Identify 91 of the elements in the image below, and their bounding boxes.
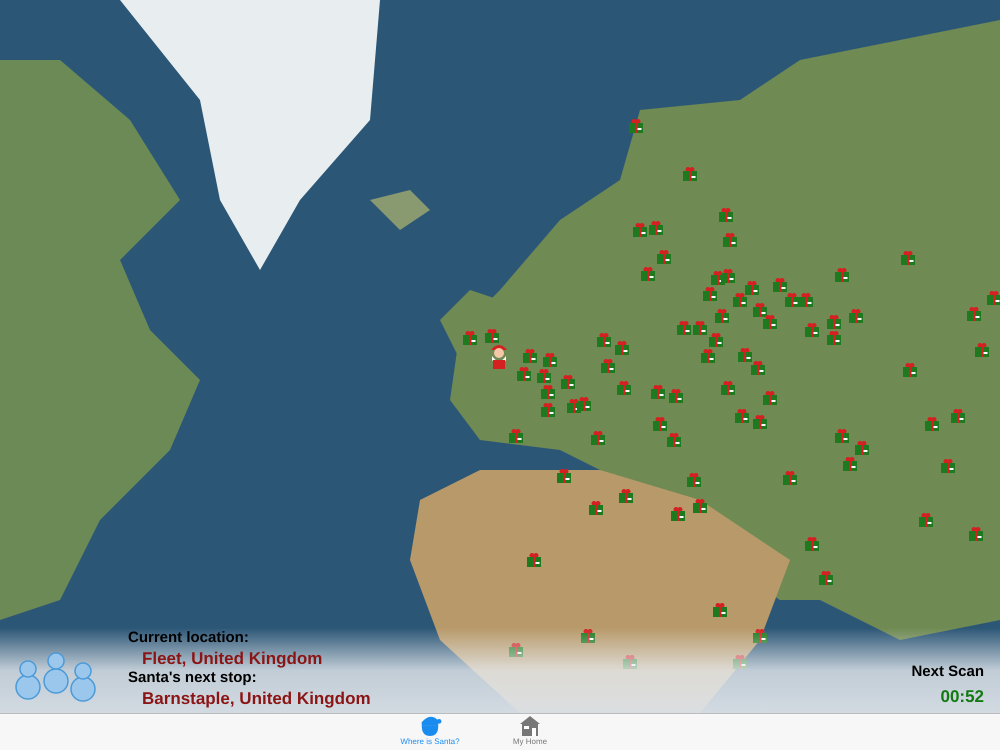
gift-marker-icon[interactable] [616, 380, 632, 396]
gift-marker-icon[interactable] [522, 348, 538, 364]
gift-marker-icon[interactable] [600, 358, 616, 374]
gift-marker-icon[interactable] [782, 470, 798, 486]
gift-marker-icon[interactable] [924, 416, 940, 432]
gift-marker-icon[interactable] [652, 416, 668, 432]
gift-marker-icon[interactable] [576, 396, 592, 412]
gift-marker-icon[interactable] [542, 352, 558, 368]
gift-marker-icon[interactable] [708, 332, 724, 348]
gift-marker-icon[interactable] [744, 280, 760, 296]
gift-marker-icon[interactable] [902, 362, 918, 378]
gift-marker-icon[interactable] [720, 268, 736, 284]
gift-marker-icon[interactable] [762, 314, 778, 330]
gift-marker-icon[interactable] [580, 628, 596, 644]
satellite-map[interactable]: Current location: Fleet, United Kingdom Santa's next stop: Barnstaple, United Kingdom Next Scan 00:52 [0, 0, 1000, 713]
gift-marker-icon[interactable] [536, 368, 552, 384]
gift-marker-icon[interactable] [752, 628, 768, 644]
gift-marker-icon[interactable] [666, 432, 682, 448]
gift-marker-icon[interactable] [692, 498, 708, 514]
gift-marker-icon[interactable] [622, 654, 638, 670]
current-location-value: Fleet, United Kingdom [142, 648, 322, 669]
gift-marker-icon[interactable] [722, 232, 738, 248]
gift-marker-icon[interactable] [508, 428, 524, 444]
tab[interactable]: Where is Santa? [392, 714, 468, 750]
gift-marker-icon[interactable] [826, 314, 842, 330]
current-location-label: Current location: [128, 629, 249, 648]
gift-marker-icon[interactable] [798, 292, 814, 308]
next-stop-value: Barnstaple, United Kingdom [142, 688, 371, 709]
gift-marker-icon[interactable] [720, 380, 736, 396]
gift-marker-icon[interactable] [968, 526, 984, 542]
gift-marker-icon[interactable] [540, 402, 556, 418]
gift-marker-icon[interactable] [632, 222, 648, 238]
gift-marker-icon[interactable] [702, 286, 718, 302]
gift-marker-icon[interactable] [752, 302, 768, 318]
gift-marker-icon[interactable] [737, 347, 753, 363]
gift-marker-icon[interactable] [668, 388, 684, 404]
gift-marker-icon[interactable] [784, 292, 800, 308]
gift-marker-icon[interactable] [614, 340, 630, 356]
next-stop-label: Santa's next stop: [128, 669, 257, 688]
gift-marker-icon[interactable] [676, 320, 692, 336]
gift-marker-icon[interactable] [940, 458, 956, 474]
gift-marker-icon[interactable] [516, 366, 532, 382]
gift-marker-icon[interactable] [732, 292, 748, 308]
next-scan-label: Next Scan [911, 662, 984, 682]
gift-marker-icon[interactable] [762, 390, 778, 406]
gift-marker-icon[interactable] [772, 277, 788, 293]
gift-marker-icon[interactable] [818, 570, 834, 586]
gift-marker-icon[interactable] [596, 332, 612, 348]
gift-marker-icon[interactable] [718, 207, 734, 223]
gift-marker-icon[interactable] [540, 384, 556, 400]
gift-marker-icon[interactable] [484, 328, 500, 344]
gift-marker-icon[interactable] [640, 266, 656, 282]
gift-marker-icon[interactable] [900, 250, 916, 266]
gift-marker-icon[interactable] [692, 320, 708, 336]
gift-marker-icon[interactable] [618, 488, 634, 504]
gift-marker-icon[interactable] [560, 374, 576, 390]
gift-marker-icon[interactable] [752, 414, 768, 430]
gift-marker-icon[interactable] [526, 552, 542, 568]
tab[interactable]: My Home [492, 714, 568, 750]
gift-marker-icon[interactable] [826, 330, 842, 346]
gift-marker-icon[interactable] [834, 267, 850, 283]
gift-marker-icon[interactable] [986, 290, 1000, 306]
gift-marker-icon[interactable] [842, 456, 858, 472]
gift-marker-icon[interactable] [590, 430, 606, 446]
gift-marker-icon[interactable] [848, 308, 864, 324]
gift-marker-icon[interactable] [686, 472, 702, 488]
gift-marker-icon[interactable] [656, 249, 672, 265]
gift-marker-icon[interactable] [700, 348, 716, 364]
gift-marker-icon[interactable] [556, 468, 572, 484]
gift-marker-icon[interactable] [750, 360, 766, 376]
gift-marker-icon[interactable] [804, 536, 820, 552]
gift-marker-icon[interactable] [966, 306, 982, 322]
gift-marker-icon[interactable] [714, 308, 730, 324]
gift-marker-icon[interactable] [648, 220, 664, 236]
gift-marker-icon[interactable] [462, 330, 478, 346]
gift-marker-icon[interactable] [804, 322, 820, 338]
gift-marker-icon[interactable] [628, 118, 644, 134]
gift-marker-icon[interactable] [670, 506, 686, 522]
gift-marker-icon[interactable] [854, 440, 870, 456]
gift-marker-icon[interactable] [834, 428, 850, 444]
gift-marker-icon[interactable] [918, 512, 934, 528]
gift-marker-icon[interactable] [712, 602, 728, 618]
gift-marker-icon[interactable] [734, 408, 750, 424]
gift-marker-icon[interactable] [650, 384, 666, 400]
gift-marker-icon[interactable] [950, 408, 966, 424]
gift-marker-icon[interactable] [682, 166, 698, 182]
gift-marker-icon[interactable] [588, 500, 604, 516]
gift-marker-icon[interactable] [974, 342, 990, 358]
gift-marker-icon[interactable] [508, 642, 524, 658]
countdown-timer: 00:52 [940, 686, 984, 708]
gift-marker-icon[interactable] [732, 654, 748, 670]
